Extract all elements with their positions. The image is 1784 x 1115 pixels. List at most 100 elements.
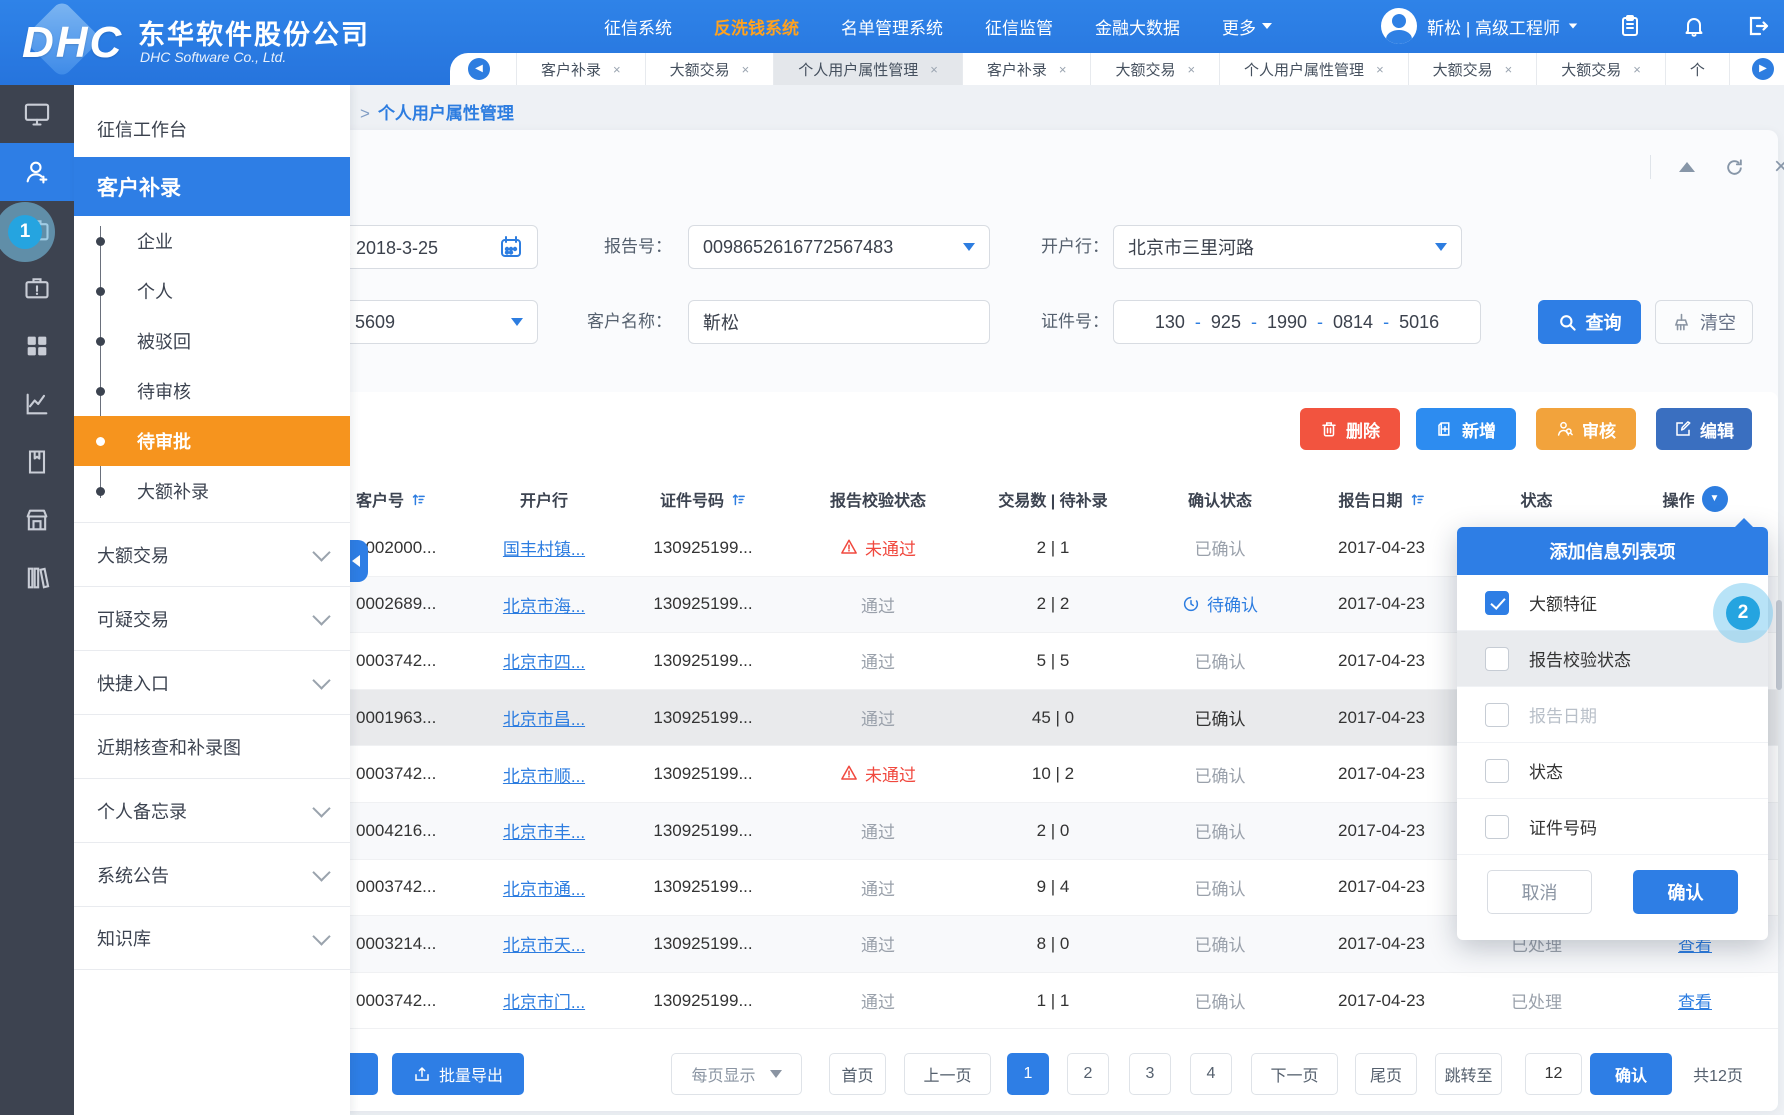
sidebar-subitem-3[interactable]: 被驳回 — [74, 316, 350, 366]
tab-4[interactable]: 客户补录× — [962, 53, 1091, 85]
nav-item-3[interactable]: 名单管理系统 — [841, 14, 943, 39]
column-header-3[interactable]: 证件号码 — [618, 487, 788, 511]
jump-confirm-button[interactable]: 确认 — [1590, 1053, 1672, 1095]
bank-link[interactable]: 北京市四... — [503, 653, 585, 672]
edit-button[interactable]: 编辑 — [1656, 408, 1752, 450]
bank-link[interactable]: 北京市顺... — [503, 767, 585, 786]
checkbox-unchecked[interactable] — [1485, 703, 1509, 727]
rail-case-alert-button[interactable] — [0, 259, 74, 317]
tab-3[interactable]: 个人用户属性管理× — [773, 53, 962, 85]
view-link[interactable]: 查看 — [1678, 993, 1712, 1012]
sidebar-subitem-4[interactable]: 待审核 — [74, 366, 350, 416]
rail-bookmark-button[interactable] — [0, 433, 74, 491]
tab-9[interactable]: 个 — [1665, 53, 1730, 85]
nav-item-5[interactable]: 金融大数据 — [1095, 14, 1180, 39]
nav-item-6[interactable]: 更多 — [1222, 14, 1272, 39]
rail-monitor-button[interactable] — [0, 85, 74, 143]
add-button[interactable]: 新增 — [1416, 408, 1516, 450]
bank-select[interactable]: 北京市三里河路 — [1113, 225, 1462, 269]
column-settings-button[interactable]: ▼ — [1702, 486, 1728, 512]
column-header-1[interactable]: 客户号 — [350, 487, 470, 511]
rail-chart-button[interactable] — [0, 375, 74, 433]
popup-checkbox-item-5[interactable]: 证件号码 — [1457, 799, 1768, 855]
avatar[interactable] — [1381, 8, 1417, 44]
sidebar-group-3[interactable]: 快捷入口 — [74, 650, 350, 714]
tab-8[interactable]: 大额交易× — [1536, 53, 1665, 85]
user-name-role[interactable]: 靳松 | 高级工程师 — [1427, 14, 1560, 39]
rail-books-button[interactable] — [0, 549, 74, 607]
checkbox-unchecked[interactable] — [1485, 815, 1509, 839]
sidebar-group-6[interactable]: 系统公告 — [74, 842, 350, 906]
nav-item-4[interactable]: 征信监管 — [985, 14, 1053, 39]
scrollbar-thumb[interactable] — [1776, 600, 1782, 690]
tab-6[interactable]: 个人用户属性管理× — [1219, 53, 1408, 85]
close-tab-icon[interactable]: × — [1376, 62, 1384, 77]
tab-1[interactable]: 客户补录× — [516, 53, 645, 85]
id-number-input[interactable]: 130-925-1990-0814-5016 — [1113, 300, 1481, 344]
popup-checkbox-item-2[interactable]: 报告校验状态 — [1457, 631, 1768, 687]
clear-button[interactable]: 清空 — [1655, 300, 1753, 344]
column-header-7[interactable]: 报告日期 — [1302, 487, 1461, 511]
sidebar-subitem-5[interactable]: 待审批 — [74, 416, 350, 466]
logout-icon[interactable] — [1746, 14, 1770, 38]
close-tab-icon[interactable]: × — [930, 62, 938, 77]
close-tab-icon[interactable]: × — [742, 62, 750, 77]
sidebar-subitem-6[interactable]: 大额补录 — [74, 466, 350, 516]
bank-link[interactable]: 北京市海... — [503, 597, 585, 616]
clipboard-icon[interactable] — [1618, 14, 1642, 38]
close-tab-icon[interactable]: × — [613, 62, 621, 77]
bank-link[interactable]: 北京市通... — [503, 880, 585, 899]
checkbox-checked[interactable] — [1485, 591, 1509, 615]
tabs-scroll-right-button[interactable]: ▶ — [1752, 58, 1774, 80]
close-tab-icon[interactable]: × — [1059, 62, 1067, 77]
close-tab-icon[interactable]: × — [1505, 62, 1513, 77]
next-page-button[interactable]: 下一页 — [1251, 1053, 1338, 1095]
page-button-4[interactable]: 4 — [1190, 1053, 1232, 1095]
table-row[interactable]: 0003742...北京市门...130925199...通过1 | 1已确认2… — [350, 973, 1778, 1030]
tabs-scroll-left-button[interactable]: ◀ — [468, 58, 490, 80]
calendar-icon[interactable] — [499, 235, 523, 259]
close-tab-icon[interactable]: × — [1187, 62, 1195, 77]
rail-user-add-button[interactable] — [0, 143, 74, 201]
page-button-3[interactable]: 3 — [1129, 1053, 1171, 1095]
popup-confirm-button[interactable]: 确认 — [1633, 870, 1738, 914]
jump-page-input[interactable]: 12 — [1525, 1053, 1582, 1095]
search-button[interactable]: 查询 — [1538, 300, 1641, 344]
rail-grid-button[interactable] — [0, 317, 74, 375]
sidebar-group-1[interactable]: 大额交易 — [74, 522, 350, 586]
first-page-button[interactable]: 首页 — [829, 1053, 886, 1095]
sidebar-subitem-2[interactable]: 个人 — [74, 266, 350, 316]
bell-icon[interactable] — [1682, 14, 1706, 38]
last-page-button[interactable]: 尾页 — [1355, 1053, 1417, 1095]
jump-to-button[interactable]: 跳转至 — [1435, 1053, 1502, 1095]
sidebar-group-7[interactable]: 知识库 — [74, 906, 350, 970]
code-select[interactable]: 5609 — [318, 300, 538, 344]
report-no-select[interactable]: 0098652616772567483 — [688, 225, 990, 269]
checkbox-unchecked[interactable] — [1485, 647, 1509, 671]
tab-7[interactable]: 大额交易× — [1408, 53, 1537, 85]
page-button-1[interactable]: 1 — [1007, 1053, 1049, 1095]
prev-page-button[interactable]: 上一页 — [904, 1053, 991, 1095]
checkbox-unchecked[interactable] — [1485, 759, 1509, 783]
sidebar-group-4[interactable]: 近期核查和补录图 — [74, 714, 350, 778]
sidebar-group-customer-supplement[interactable]: 客户补录 — [74, 157, 350, 216]
bank-link[interactable]: 北京市丰... — [503, 823, 585, 842]
tab-5[interactable]: 大额交易× — [1090, 53, 1219, 85]
delete-button[interactable]: 删除 — [1300, 408, 1400, 450]
nav-item-2[interactable]: 反洗钱系统 — [714, 14, 799, 39]
chevron-down-icon[interactable] — [1569, 23, 1578, 28]
sidebar-group-5[interactable]: 个人备忘录 — [74, 778, 350, 842]
bank-link[interactable]: 北京市昌... — [503, 710, 585, 729]
sidebar-group-2[interactable]: 可疑交易 — [74, 586, 350, 650]
sidebar-subitem-1[interactable]: 企业 — [74, 216, 350, 266]
sidebar-item-workbench[interactable]: 征信工作台 — [74, 100, 350, 157]
per-page-select[interactable]: 每页显示 — [671, 1053, 802, 1095]
bank-link[interactable]: 国丰村镇... — [503, 540, 585, 559]
tab-2[interactable]: 大额交易× — [645, 53, 774, 85]
collapse-panel-icon[interactable] — [1679, 162, 1695, 172]
bank-link[interactable]: 北京市门... — [503, 993, 585, 1012]
customer-name-input[interactable]: 靳松 — [688, 300, 990, 344]
bank-link[interactable]: 北京市天... — [503, 936, 585, 955]
rail-store-button[interactable] — [0, 491, 74, 549]
audit-button[interactable]: 审核 — [1536, 408, 1636, 450]
